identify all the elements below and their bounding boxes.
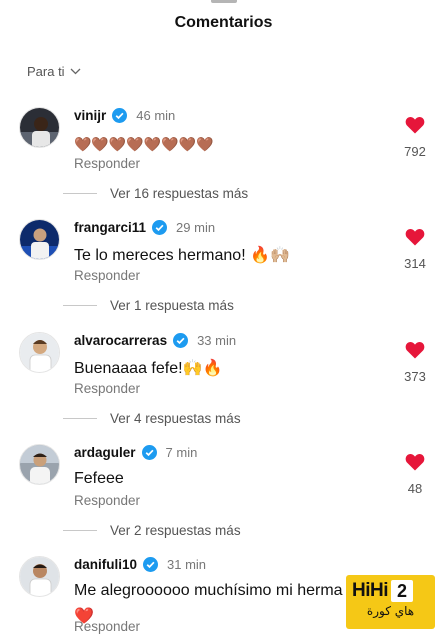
- divider: [63, 193, 97, 194]
- avatar[interactable]: [19, 219, 60, 260]
- like-button[interactable]: 373: [396, 341, 434, 384]
- sort-filter-label: Para ti: [27, 64, 65, 79]
- like-count: 792: [404, 144, 426, 159]
- comment-time: 7 min: [165, 445, 198, 460]
- view-replies-button[interactable]: Ver 4 respuestas más: [63, 411, 241, 426]
- watermark-brand: HiHi: [352, 580, 389, 601]
- sort-filter-dropdown[interactable]: Para ti: [27, 64, 81, 79]
- page-title: Comentarios: [174, 14, 273, 31]
- username[interactable]: alvarocarreras: [74, 333, 167, 348]
- like-button[interactable]: 48: [396, 453, 434, 496]
- comment-header: alvarocarreras 33 min: [74, 333, 236, 348]
- site-watermark-logo: HiHi 2 هاي كورة: [346, 575, 435, 629]
- view-replies-label: Ver 16 respuestas más: [110, 186, 249, 201]
- heart-icon: [405, 228, 425, 246]
- comment-text: Me alegroooooo muchísimo mi herma: [74, 582, 343, 599]
- divider: [63, 530, 97, 531]
- divider: [63, 305, 97, 306]
- comment-text: Buenaaaa fefe!🙌🔥: [74, 360, 223, 377]
- heart-icon: [405, 116, 425, 134]
- verified-badge-icon: [112, 108, 128, 123]
- like-count: 314: [404, 256, 426, 271]
- comment-text: 🤎🤎🤎🤎🤎🤎🤎🤎: [74, 136, 214, 152]
- like-count: 373: [404, 369, 426, 384]
- comment-header: frangarci11 29 min: [74, 220, 215, 235]
- watermark-arabic: هاي كورة: [366, 604, 415, 618]
- comment-time: 31 min: [167, 557, 207, 572]
- verified-badge-icon: [173, 333, 189, 348]
- like-button[interactable]: 314: [396, 228, 434, 271]
- username[interactable]: frangarci11: [74, 220, 146, 235]
- like-button[interactable]: 792: [396, 116, 434, 159]
- reply-button[interactable]: Responder: [74, 619, 140, 634]
- comment-header: vinijr 46 min: [74, 108, 175, 123]
- comment-time: 33 min: [197, 333, 237, 348]
- username[interactable]: vinijr: [74, 108, 106, 123]
- reply-button[interactable]: Responder: [74, 268, 140, 283]
- view-replies-label: Ver 1 respuesta más: [110, 298, 234, 313]
- comment-time: 46 min: [136, 108, 176, 123]
- chevron-down-icon: [70, 68, 81, 75]
- heart-icon: [405, 453, 425, 471]
- verified-badge-icon: [141, 445, 157, 460]
- reply-button[interactable]: Responder: [74, 156, 140, 171]
- reply-button[interactable]: Responder: [74, 493, 140, 508]
- view-replies-button[interactable]: Ver 2 respuestas más: [63, 523, 241, 538]
- view-replies-button[interactable]: Ver 16 respuestas más: [63, 186, 248, 201]
- reply-button[interactable]: Responder: [74, 381, 140, 396]
- sheet-drag-handle[interactable]: [210, 0, 237, 3]
- comment-header: ardaguler 7 min: [74, 445, 197, 460]
- comment-header: danifuli10 31 min: [74, 557, 206, 572]
- avatar[interactable]: [19, 332, 60, 373]
- avatar[interactable]: [19, 107, 60, 148]
- view-replies-button[interactable]: Ver 1 respuesta más: [63, 298, 234, 313]
- username[interactable]: ardaguler: [74, 445, 136, 460]
- avatar[interactable]: [19, 556, 60, 597]
- avatar[interactable]: [19, 444, 60, 485]
- heart-icon: [405, 341, 425, 359]
- view-replies-label: Ver 4 respuestas más: [110, 411, 241, 426]
- view-replies-label: Ver 2 respuestas más: [110, 523, 241, 538]
- verified-badge-icon: [143, 557, 159, 572]
- watermark-number: 2: [391, 580, 413, 602]
- divider: [63, 418, 97, 419]
- comment-text: Te lo mereces hermano! 🔥🙌🏼: [74, 247, 290, 264]
- comment-text: Fefeee: [74, 470, 124, 487]
- username[interactable]: danifuli10: [74, 557, 137, 572]
- like-count: 48: [407, 481, 423, 496]
- comment-time: 29 min: [176, 220, 216, 235]
- verified-badge-icon: [152, 220, 168, 235]
